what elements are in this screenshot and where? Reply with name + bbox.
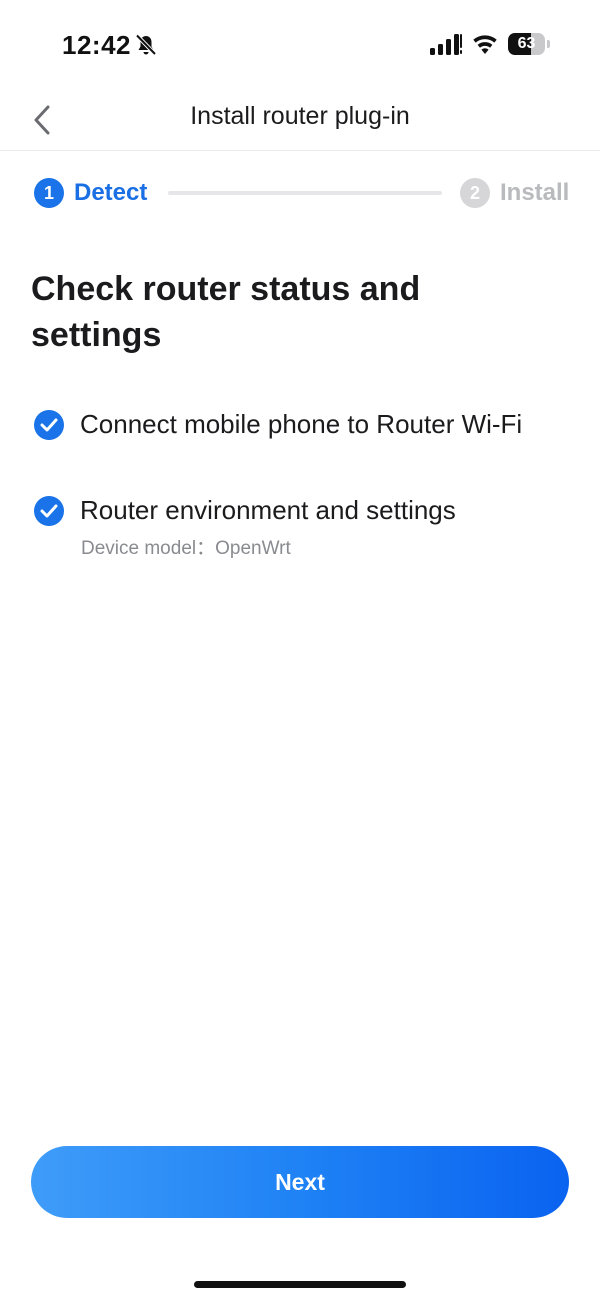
battery-level: 63	[517, 35, 536, 52]
bell-slash-icon	[135, 34, 157, 56]
check-label: Connect mobile phone to Router Wi-Fi	[80, 409, 523, 439]
home-indicator[interactable]	[194, 1281, 406, 1288]
step-2-number: 2	[460, 178, 490, 208]
battery-icon: 63	[508, 33, 550, 55]
check-circle-icon	[34, 496, 64, 526]
step-2-label: Install	[500, 179, 570, 206]
page-title: Install router plug-in	[190, 102, 410, 130]
device-model-text: Device model：OpenWrt	[81, 538, 291, 559]
stepper: 1 Detect 2 Install	[0, 170, 600, 216]
step-1-label: Detect	[74, 179, 148, 206]
status-bar: 12:42 63	[0, 0, 600, 90]
nav-bar: Install router plug-in	[0, 90, 600, 151]
step-progress-line	[168, 191, 442, 195]
screen: 12:42 63 Install router plug-in 1 Detect…	[0, 0, 600, 1301]
section-heading: Check router status and settings	[31, 270, 421, 354]
next-button[interactable]: Next	[31, 1146, 569, 1218]
check-label: Router environment and settings	[80, 495, 456, 525]
step-1-number: 1	[34, 178, 64, 208]
status-time: 12:42	[62, 30, 131, 60]
cellular-signal-icon	[430, 34, 462, 55]
check-circle-icon	[34, 410, 64, 440]
wifi-icon	[473, 35, 497, 54]
